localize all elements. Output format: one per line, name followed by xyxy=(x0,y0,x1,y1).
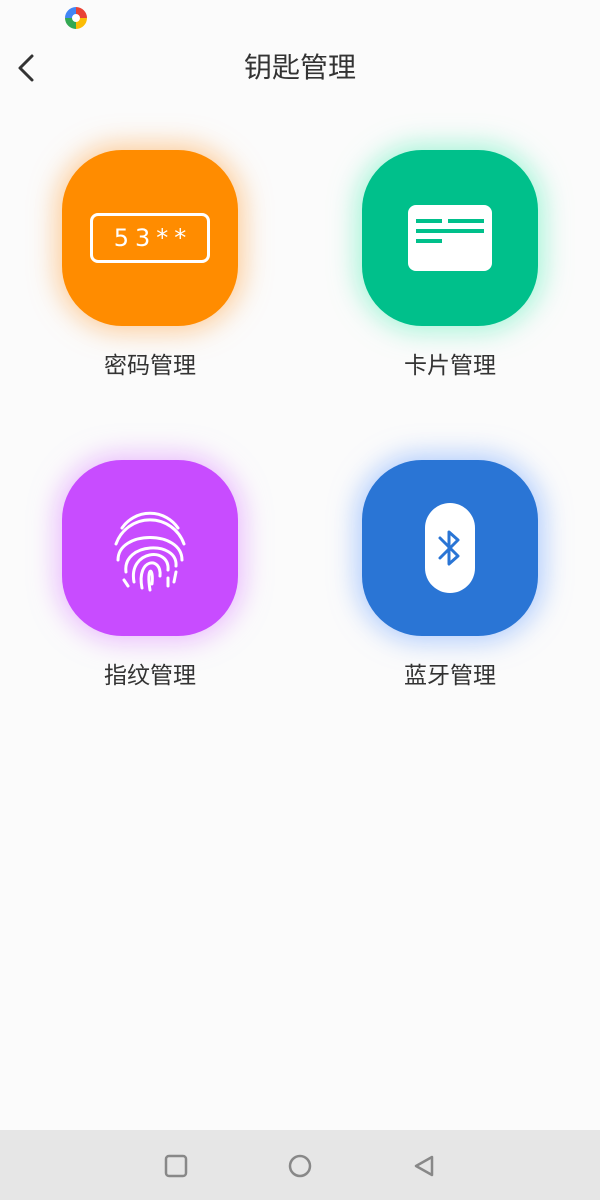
tile-label: 指纹管理 xyxy=(104,663,196,689)
password-icon: 53** xyxy=(90,213,210,263)
tile-card-management[interactable]: 卡片管理 xyxy=(330,150,570,410)
header: 钥匙管理 xyxy=(0,36,600,100)
tile-bluetooth-management[interactable]: 蓝牙管理 xyxy=(330,460,570,720)
system-nav-bar xyxy=(0,1130,600,1200)
tile-icon-box xyxy=(362,150,538,326)
password-code: 53** xyxy=(113,224,193,252)
tile-label: 密码管理 xyxy=(104,353,196,379)
fingerprint-icon xyxy=(114,511,186,592)
recent-apps-button[interactable] xyxy=(154,1144,198,1188)
back-nav-button[interactable] xyxy=(402,1144,446,1188)
card-icon xyxy=(408,205,492,271)
bluetooth-pill xyxy=(425,503,475,593)
tile-label: 卡片管理 xyxy=(404,353,496,379)
back-button[interactable] xyxy=(6,44,46,92)
square-icon xyxy=(164,1154,188,1178)
circle-icon xyxy=(288,1154,312,1178)
home-button[interactable] xyxy=(278,1144,322,1188)
chevron-left-icon xyxy=(18,54,34,82)
tile-icon-box xyxy=(362,460,538,636)
tile-label: 蓝牙管理 xyxy=(404,663,496,689)
page-title: 钥匙管理 xyxy=(243,51,356,84)
tile-fingerprint-management[interactable]: 指纹管理 xyxy=(30,460,270,720)
bluetooth-icon xyxy=(438,530,460,566)
tile-icon-box xyxy=(62,460,238,636)
triangle-back-icon xyxy=(414,1155,434,1177)
status-bar xyxy=(0,0,600,36)
screen: 钥匙管理 53** 密码管理 卡片管理 指纹管理 蓝牙管理 xyxy=(0,0,600,1200)
tile-icon-box: 53** xyxy=(62,150,238,326)
app-logo-icon xyxy=(65,7,87,29)
tile-password-management[interactable]: 53** 密码管理 xyxy=(30,150,270,410)
